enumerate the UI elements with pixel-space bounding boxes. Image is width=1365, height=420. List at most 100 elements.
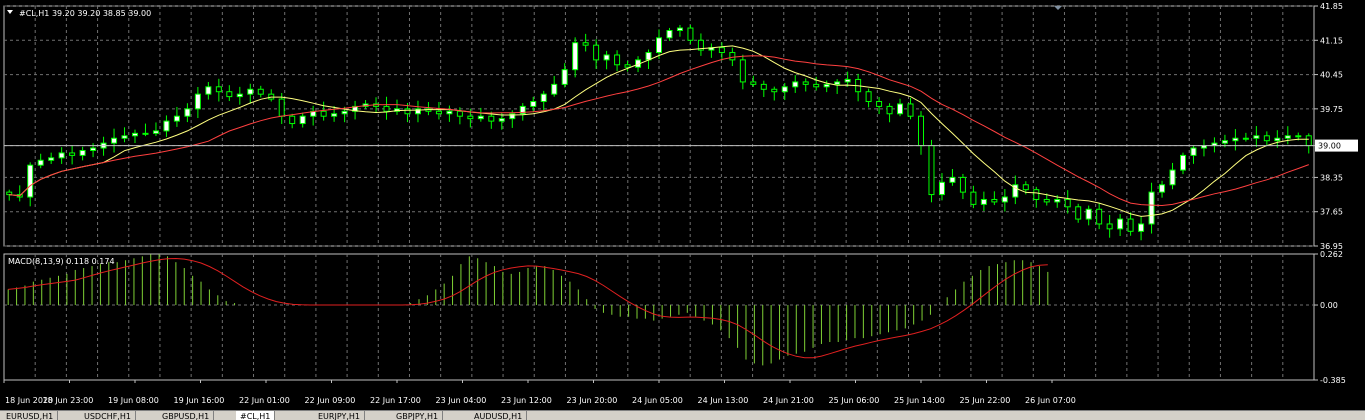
candle (299, 115, 306, 125)
candle (1148, 191, 1155, 225)
candle (1001, 196, 1008, 203)
candle (1253, 135, 1260, 139)
chart-header: #CL,H1 39.20 39.20 38.85 39.00 (19, 9, 151, 18)
x-tick-label: 23 Jun 12:00 (501, 396, 552, 405)
candle (1033, 189, 1040, 200)
candle (498, 118, 505, 122)
moving-average-fast-line (9, 45, 1309, 217)
candle (383, 105, 390, 112)
candle (718, 47, 725, 54)
y-tick-label: 0.262 (1320, 250, 1343, 259)
candle (121, 135, 128, 139)
candle (456, 110, 463, 117)
candle (614, 54, 621, 66)
candle (1221, 140, 1228, 144)
candle (802, 81, 809, 85)
candle (959, 176, 966, 193)
candle (37, 159, 44, 166)
y-tick-label: 37.65 (1320, 208, 1343, 217)
candle (729, 52, 736, 61)
y-tick-label: 38.35 (1320, 173, 1343, 182)
candle (530, 101, 537, 107)
candle (1159, 184, 1166, 193)
shift-marker-icon[interactable] (1054, 6, 1062, 10)
candle (48, 157, 55, 161)
candle (865, 91, 872, 103)
y-tick-label: -0.385 (1320, 376, 1346, 385)
candle (656, 37, 662, 54)
candle (215, 86, 222, 93)
candle (907, 103, 914, 117)
y-tick-label: 39.75 (1320, 105, 1343, 114)
candle (949, 176, 956, 183)
candle (876, 101, 883, 107)
candle (1085, 208, 1092, 220)
candle (477, 115, 484, 120)
candle (27, 164, 34, 198)
candle (1138, 223, 1145, 232)
x-tick-label: 19 Jun 08:00 (108, 396, 159, 405)
candle (1190, 147, 1197, 156)
candle (1169, 169, 1176, 186)
y-tick-label: 40.45 (1320, 71, 1343, 80)
y-tick-label: 41.15 (1320, 36, 1343, 45)
candle (488, 115, 495, 122)
candle (1284, 135, 1291, 139)
candle (205, 86, 212, 95)
candle (938, 181, 945, 196)
candle (289, 115, 296, 125)
x-tick-label: 22 Jun 17:00 (370, 396, 421, 405)
candle (918, 115, 924, 147)
candle (540, 93, 547, 103)
candle (226, 91, 233, 98)
candle (194, 93, 201, 110)
candle (173, 115, 180, 122)
candle (834, 81, 841, 85)
candle (980, 198, 987, 205)
x-tick-label: 25 Jun 06:00 (829, 396, 880, 405)
x-tick-label: 24 Jun 21:00 (763, 396, 814, 405)
candle (467, 115, 474, 120)
candle (792, 81, 799, 88)
candle (111, 137, 118, 144)
chart-window[interactable]: 41.85 41.15 40.45 39.75 38.35 37.65 36.95 39.00… (0, 0, 1365, 410)
x-tick-label: 23 Jun 04:00 (436, 396, 487, 405)
candle (132, 132, 138, 137)
x-tick-label: 24 Jun 05:00 (632, 396, 683, 405)
candle (897, 103, 904, 115)
candle (771, 88, 778, 93)
candle (666, 29, 673, 39)
candle (645, 52, 652, 61)
candle (69, 152, 76, 156)
x-tick-label: 22 Jun 09:00 (305, 396, 356, 405)
current-price-label: 39.00 (1318, 142, 1341, 151)
candle (813, 83, 820, 88)
candle (1022, 184, 1029, 191)
candle (603, 54, 610, 61)
candle (90, 147, 97, 151)
x-tick-label: 23 Jun 20:00 (567, 396, 618, 405)
candle (551, 83, 558, 95)
candle (561, 69, 568, 85)
y-tick-label: 41.85 (1320, 2, 1343, 11)
candle (1305, 135, 1312, 147)
candle (278, 98, 285, 117)
candle (404, 108, 411, 115)
candle (572, 42, 579, 71)
candle (823, 83, 830, 88)
candle (142, 132, 149, 135)
candle (1263, 135, 1270, 142)
macd-title: MACD(8,13,9) 0.118 0.174 (8, 257, 115, 266)
candle (6, 191, 13, 196)
candle (1043, 198, 1050, 203)
price-chart[interactable]: 41.8541.1540.4539.7538.3537.6536.9539.00… (0, 0, 1365, 410)
candle (1106, 223, 1113, 230)
candle (1232, 137, 1239, 142)
candle (624, 64, 631, 68)
candle (435, 110, 442, 115)
candle (331, 113, 338, 117)
candle (970, 191, 977, 205)
candle (58, 152, 65, 159)
dropdown-triangle-icon[interactable] (7, 10, 13, 14)
candle (1075, 206, 1082, 220)
